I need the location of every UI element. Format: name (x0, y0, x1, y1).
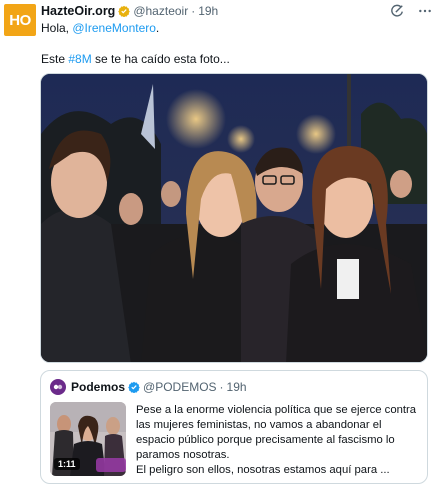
verified-gold-icon (118, 5, 131, 17)
avatar-logo-text: HO (9, 11, 31, 29)
verified-blue-icon (128, 381, 140, 393)
author-avatar[interactable]: HO (4, 4, 36, 36)
mention-link[interactable]: @IreneMontero (72, 21, 156, 35)
grok-icon[interactable] (389, 3, 405, 19)
tweet-card[interactable]: HO HazteOir.org @hazteoir · 19h Hola, @I… (0, 0, 441, 489)
quoted-text-line: El peligro son ellos, nosotras estamos a… (136, 464, 390, 476)
quoted-author-name[interactable]: Podemos (71, 380, 125, 394)
quoted-author-handle[interactable]: @PODEMOS (143, 380, 217, 394)
podemos-avatar[interactable] (50, 379, 66, 395)
tweet-text-line2: Este #8M se te ha caído esta foto... (41, 52, 230, 66)
separator-dot: · (191, 4, 196, 18)
quoted-text-line: paramos nosotras. (136, 449, 230, 461)
more-icon[interactable] (417, 3, 433, 19)
text-segment: . (155, 21, 160, 35)
quoted-text-line: Pese a la enorme violencia política que … (136, 404, 417, 416)
video-duration: 1:11 (54, 458, 80, 470)
tweet-time[interactable]: 19h (198, 4, 218, 18)
quoted-text-line: espacio público porque precisamente al f… (136, 434, 395, 446)
separator-dot: · (219, 380, 224, 394)
tweet-actions-top (389, 3, 433, 19)
text-segment: Hola, (41, 21, 73, 35)
podemos-logo-icon (53, 384, 63, 390)
author-handle[interactable]: @hazteoir (133, 4, 188, 18)
hashtag-link[interactable]: #8M (68, 52, 91, 66)
quoted-tweet-header: Podemos @PODEMOS · 19h (50, 379, 247, 395)
quoted-tweet-time[interactable]: 19h (227, 380, 247, 394)
text-segment: Este (41, 52, 69, 66)
tweet-photo[interactable] (40, 73, 428, 363)
quoted-tweet-text: Pese a la enorme violencia política que … (136, 403, 421, 478)
photo-illustration (41, 74, 427, 362)
text-segment: se te ha caído esta foto... (91, 52, 230, 66)
author-name[interactable]: HazteOir.org (41, 4, 115, 18)
tweet-text-line1: Hola, @IreneMontero. (41, 21, 159, 35)
quoted-video-thumbnail[interactable]: 1:11 (50, 402, 126, 476)
quoted-tweet[interactable]: Podemos @PODEMOS · 19h 1:11 Pese a la en… (40, 370, 428, 484)
quoted-text-line: las mujeres feministas, no vamos a aband… (136, 419, 382, 431)
tweet-header: HazteOir.org @hazteoir · 19h (41, 3, 218, 19)
